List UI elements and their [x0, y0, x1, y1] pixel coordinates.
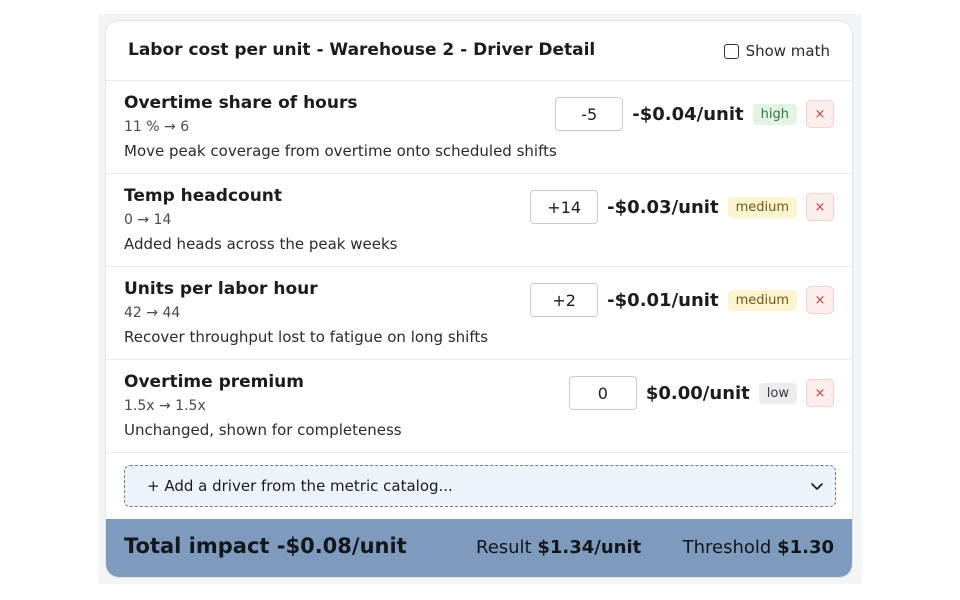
card-header: Labor cost per unit - Warehouse 2 - Driv…	[106, 21, 852, 81]
driver-change: 42 → 44	[124, 305, 181, 321]
driver-controls: -$0.03/unit medium ×	[530, 190, 834, 224]
summary-footer: Total impact -$0.08/unit Result $1.34/un…	[106, 519, 852, 577]
driver-description: Recover throughput lost to fatigue on lo…	[124, 328, 489, 346]
driver-row-overtime-premium: Overtime premium 1.5x → 1.5x Unchanged, …	[106, 360, 852, 453]
delta-input[interactable]	[568, 376, 637, 410]
total-impact: Total impact -$0.08/unit	[124, 534, 407, 558]
remove-driver-button[interactable]: ×	[806, 100, 834, 128]
driver-impact: -$0.04/unit	[632, 103, 744, 125]
close-icon: ×	[814, 292, 826, 308]
delta-input[interactable]	[555, 97, 624, 131]
driver-row-temp-headcount: Temp headcount 0 → 14 Added heads across…	[106, 174, 852, 267]
result-label: Result	[476, 537, 532, 558]
threshold-summary: Threshold $1.30	[683, 537, 834, 558]
chevron-down-icon	[811, 483, 823, 490]
driver-impact: -$0.01/unit	[607, 289, 719, 311]
driver-row-units-per-labor-hour: Units per labor hour 42 → 44 Recover thr…	[106, 267, 852, 360]
show-math-checkbox[interactable]	[723, 43, 739, 59]
confidence-badge: medium	[727, 289, 797, 311]
driver-description: Added heads across the peak weeks	[124, 235, 398, 253]
driver-controls: -$0.04/unit high ×	[555, 97, 834, 131]
result-summary: Result $1.34/unit	[476, 537, 641, 558]
driver-change: 1.5x → 1.5x	[124, 398, 206, 414]
driver-change: 0 → 14	[124, 212, 172, 228]
driver-name: Units per labor hour	[124, 279, 318, 299]
driver-name: Overtime premium	[124, 372, 305, 392]
show-math-toggle[interactable]: Show math	[723, 41, 830, 61]
confidence-badge: medium	[727, 196, 797, 218]
threshold-value: $1.30	[777, 537, 834, 558]
show-math-label: Show math	[745, 42, 830, 60]
driver-impact: $0.00/unit	[645, 382, 750, 404]
delta-input[interactable]	[530, 283, 599, 317]
driver-controls: $0.00/unit low ×	[568, 376, 834, 410]
driver-name: Temp headcount	[124, 186, 283, 206]
close-icon: ×	[814, 199, 826, 215]
confidence-badge: low	[758, 382, 797, 404]
remove-driver-button[interactable]: ×	[806, 286, 834, 314]
driver-name: Overtime share of hours	[124, 93, 358, 113]
driver-change: 11 % → 6	[124, 119, 190, 135]
delta-input[interactable]	[530, 190, 599, 224]
driver-description: Unchanged, shown for completeness	[124, 421, 402, 439]
close-icon: ×	[814, 106, 826, 122]
add-driver-dropdown[interactable]: + Add a driver from the metric catalog..…	[124, 465, 836, 507]
close-icon: ×	[814, 385, 826, 401]
driver-controls: -$0.01/unit medium ×	[530, 283, 834, 317]
remove-driver-button[interactable]: ×	[806, 193, 834, 221]
confidence-badge: high	[752, 103, 797, 125]
page-title: Labor cost per unit - Warehouse 2 - Driv…	[128, 40, 596, 60]
add-driver-label: + Add a driver from the metric catalog..…	[147, 477, 453, 495]
driver-row-overtime-share: Overtime share of hours 11 % → 6 Move pe…	[106, 81, 852, 174]
driver-impact: -$0.03/unit	[607, 196, 719, 218]
threshold-label: Threshold	[682, 537, 772, 558]
driver-description: Move peak coverage from overtime onto sc…	[124, 142, 557, 160]
driver-detail-card: Labor cost per unit - Warehouse 2 - Driv…	[105, 20, 853, 578]
remove-driver-button[interactable]: ×	[806, 379, 834, 407]
result-value: $1.34/unit	[537, 537, 642, 558]
